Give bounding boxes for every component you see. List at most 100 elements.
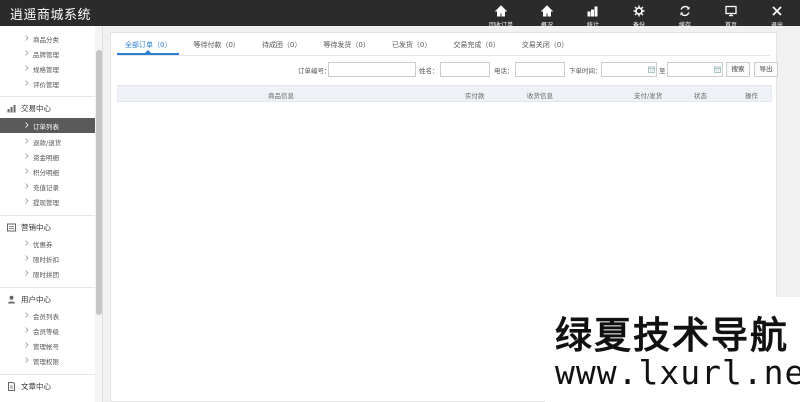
tab-pending-group[interactable]: 待成团（0）	[254, 37, 309, 57]
sidebar-group-marketing[interactable]: 营销中心	[0, 218, 95, 236]
sidebar-group-label: 用户中心	[21, 294, 51, 304]
sidebar-item-label: 管理帐号	[33, 342, 59, 351]
sidebar-item-points[interactable]: 积分明细	[0, 164, 95, 179]
chevron-right-icon	[25, 342, 29, 348]
watermark-title: 绿夏技术导航	[555, 314, 789, 357]
col-pay-ship: 支付/发货	[634, 92, 663, 100]
sidebar-item-spec[interactable]: 规格管理	[0, 61, 95, 76]
chevron-right-icon	[25, 65, 29, 71]
sidebar-item-funds[interactable]: 资金明细	[0, 149, 95, 164]
chevron-right-icon	[25, 312, 29, 318]
sidebar-item-review[interactable]: 评价管理	[0, 76, 95, 91]
chevron-right-icon	[25, 80, 29, 86]
time-separator: 至	[659, 67, 666, 75]
refresh-icon	[679, 2, 691, 21]
tab-completed[interactable]: 交易完成（0）	[445, 37, 507, 57]
nav-label: 回收订单	[488, 22, 513, 29]
chevron-right-icon	[25, 357, 29, 363]
tab-awaiting-shipment[interactable]: 等待发货（0）	[315, 37, 377, 57]
calendar-icon[interactable]	[714, 66, 721, 73]
sidebar-item-label: 品牌管理	[33, 50, 59, 59]
user-icon	[7, 295, 16, 304]
sidebar-item-members[interactable]: 会员列表	[0, 308, 95, 323]
nav-home[interactable]: 首页	[708, 0, 754, 29]
sidebar-group-label: 营销中心	[21, 222, 51, 232]
sidebar-item-label: 评价管理	[33, 80, 59, 89]
sidebar-item-brand[interactable]: 品牌管理	[0, 46, 95, 61]
order-status-tabs: 全部订单（0） 等待付款（0） 待成团（0） 等待发货（0） 已发货（0） 交易…	[117, 37, 582, 57]
home-icon	[494, 2, 508, 21]
sidebar-item-admin-permissions[interactable]: 管理权限	[0, 353, 95, 368]
sidebar-item-label: 提现管理	[33, 198, 59, 207]
sidebar-group-user[interactable]: 用户中心	[0, 290, 95, 308]
chevron-right-icon	[25, 240, 29, 246]
gear-icon	[633, 2, 645, 21]
calendar-icon[interactable]	[648, 66, 655, 73]
watermark: 绿夏技术导航 www.lxurl.net	[545, 297, 800, 402]
chevron-right-icon	[25, 122, 29, 128]
phone-input[interactable]	[515, 62, 565, 77]
sidebar-item-label: 会员等级	[33, 327, 59, 336]
search-button[interactable]: 搜索	[726, 62, 750, 77]
tab-closed[interactable]: 交易关闭（0）	[514, 37, 576, 57]
watermark-url: www.lxurl.net	[555, 353, 800, 392]
chevron-right-icon	[25, 270, 29, 276]
nav-label: 统计	[586, 22, 599, 29]
monitor-icon	[725, 2, 737, 21]
sidebar-group-article[interactable]: 文章中心	[0, 377, 95, 395]
sidebar-item-label: 限时拼团	[33, 270, 59, 279]
order-no-input[interactable]	[328, 62, 416, 77]
nav-recycle-orders[interactable]: 回收订单	[478, 0, 524, 29]
sidebar-item-coupon[interactable]: 优惠券	[0, 236, 95, 251]
chevron-right-icon	[25, 153, 29, 159]
sidebar-divider	[0, 96, 95, 97]
list-icon	[7, 223, 16, 232]
order-time-label: 下单时间：	[569, 67, 602, 75]
order-no-label: 订单编号：	[298, 67, 331, 75]
sidebar-item-label: 商品分类	[33, 35, 59, 44]
tab-shipped[interactable]: 已发货（0）	[384, 37, 439, 57]
tab-awaiting-payment[interactable]: 等待付款（0）	[185, 37, 247, 57]
nav-overview[interactable]: 概况	[524, 0, 570, 29]
sidebar-group-label: 文章中心	[21, 381, 51, 391]
nav-backup[interactable]: 备份	[616, 0, 662, 29]
top-nav: 回收订单 概况 统计 备份 缓存 首页 退出	[478, 0, 800, 29]
sidebar-item-label: 限时折扣	[33, 255, 59, 264]
sidebar-item-order-list[interactable]: 订单列表	[0, 118, 95, 133]
sidebar-item-category[interactable]: 商品分类	[0, 31, 95, 46]
sidebar-item-label: 管理权限	[33, 357, 59, 366]
export-button[interactable]: 导出	[754, 62, 778, 77]
sidebar-item-recharge[interactable]: 充值记录	[0, 179, 95, 194]
col-paid-amount: 实付款	[465, 92, 485, 100]
sidebar-item-refund[interactable]: 退款/退货	[0, 134, 95, 149]
nav-cache[interactable]: 缓存	[662, 0, 708, 29]
sidebar-divider	[0, 215, 95, 216]
bar-chart-icon	[587, 2, 599, 21]
top-bar: 逍遥商城系统 回收订单 概况 统计 备份 缓存 首页 退出	[0, 0, 800, 29]
sidebar-item-label: 资金明细	[33, 153, 59, 162]
sidebar-item-withdraw[interactable]: 提现管理	[0, 194, 95, 209]
sidebar-scrollbar-thumb[interactable]	[96, 50, 102, 315]
sidebar: 商品分类 品牌管理 规格管理 评价管理 交易中心 订单列表 退款/退货 资金明细…	[0, 26, 103, 402]
nav-label: 缓存	[678, 22, 691, 29]
nav-label: 概况	[540, 22, 553, 29]
tab-divider	[117, 55, 770, 56]
chevron-right-icon	[25, 138, 29, 144]
name-input[interactable]	[440, 62, 490, 77]
sidebar-group-trade[interactable]: 交易中心	[0, 99, 95, 117]
col-product-info: 商品信息	[268, 92, 294, 100]
sidebar-item-flash-discount[interactable]: 限时折扣	[0, 251, 95, 266]
sidebar-item-group-buy[interactable]: 限时拼团	[0, 266, 95, 281]
nav-statistics[interactable]: 统计	[570, 0, 616, 29]
nav-logout[interactable]: 退出	[754, 0, 800, 29]
close-icon	[771, 2, 783, 21]
col-actions: 操作	[745, 92, 758, 100]
phone-label: 电话：	[494, 67, 514, 75]
tab-all-orders[interactable]: 全部订单（0）	[117, 37, 180, 57]
chevron-right-icon	[25, 327, 29, 333]
nav-label: 首页	[724, 22, 737, 29]
sidebar-item-admin-accounts[interactable]: 管理帐号	[0, 338, 95, 353]
nav-label: 退出	[770, 22, 783, 29]
chevron-right-icon	[25, 168, 29, 174]
sidebar-item-member-level[interactable]: 会员等级	[0, 323, 95, 338]
